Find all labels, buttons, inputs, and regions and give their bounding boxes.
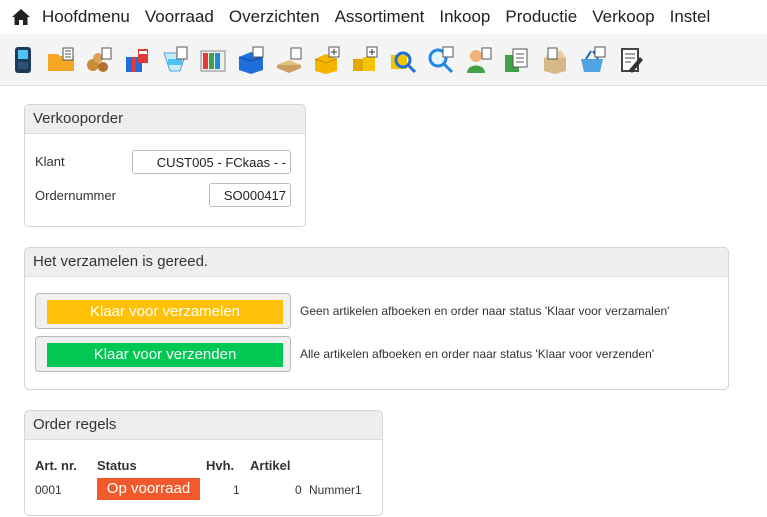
boxes-add-icon[interactable] bbox=[350, 45, 380, 75]
gift-box-icon[interactable] bbox=[122, 45, 152, 75]
menu-item-hoofdmenu[interactable]: Hoofdmenu bbox=[42, 7, 130, 27]
icon-toolbar bbox=[0, 34, 767, 86]
ready-for-collect-button[interactable]: Klaar voor verzamelen bbox=[47, 300, 283, 324]
order-lines-panel: Order regels Art. nr. Status Hvh. Artike… bbox=[24, 410, 383, 516]
box-add-icon[interactable] bbox=[312, 45, 342, 75]
ready-for-collect-description: Geen artikelen afboeken en order naar st… bbox=[300, 304, 670, 318]
home-icon[interactable] bbox=[10, 6, 32, 28]
row-art-nr: 0001 bbox=[35, 483, 62, 497]
column-header-qty: Hvh. bbox=[206, 458, 235, 473]
customer-field[interactable]: CUST005 - FCkaas - - bbox=[132, 150, 291, 174]
sales-order-panel-title: Verkooporder bbox=[25, 105, 305, 134]
document-icon[interactable] bbox=[502, 45, 532, 75]
pallet-icon[interactable] bbox=[274, 45, 304, 75]
menu-item-productie[interactable]: Productie bbox=[505, 7, 577, 27]
order-number-label: Ordernummer bbox=[35, 188, 116, 203]
column-header-article: Artikel bbox=[250, 458, 291, 473]
menu-item-assortiment[interactable]: Assortiment bbox=[335, 7, 425, 27]
collect-done-panel: Het verzamelen is gereed. Klaar voor ver… bbox=[24, 247, 729, 390]
sales-order-panel: Verkooporder Klant CUST005 - FCkaas - - … bbox=[24, 104, 306, 227]
inventory-icon[interactable] bbox=[160, 45, 190, 75]
main-menu-bar: Hoofdmenu Voorraad Overzichten Assortime… bbox=[0, 0, 767, 34]
row-article-name[interactable]: Nummer1 bbox=[309, 483, 362, 497]
edit-doc-icon[interactable] bbox=[616, 45, 646, 75]
menu-item-instellingen[interactable]: Instel bbox=[670, 7, 711, 27]
status-badge: Op voorraad bbox=[97, 478, 200, 500]
folder-icon[interactable] bbox=[46, 45, 76, 75]
ready-for-ship-button-frame: Klaar voor verzenden bbox=[35, 336, 291, 372]
search-icon[interactable] bbox=[426, 45, 456, 75]
column-header-art-nr: Art. nr. bbox=[35, 458, 77, 473]
ready-for-collect-button-frame: Klaar voor verzamelen bbox=[35, 293, 291, 329]
basket-doc-icon[interactable] bbox=[578, 45, 608, 75]
ready-for-ship-button[interactable]: Klaar voor verzenden bbox=[47, 343, 283, 367]
menu-item-verkoop[interactable]: Verkoop bbox=[592, 7, 654, 27]
products-icon[interactable] bbox=[84, 45, 114, 75]
ready-for-ship-description: Alle artikelen afboeken en order naar st… bbox=[300, 347, 655, 361]
customer-label: Klant bbox=[35, 154, 65, 169]
box-stock-icon[interactable] bbox=[236, 45, 266, 75]
menu-item-overzichten[interactable]: Overzichten bbox=[229, 7, 320, 27]
shelves-icon[interactable] bbox=[198, 45, 228, 75]
menu-item-inkoop[interactable]: Inkoop bbox=[439, 7, 490, 27]
order-lines-panel-title: Order regels bbox=[25, 411, 382, 440]
menu-item-voorraad[interactable]: Voorraad bbox=[145, 7, 214, 27]
row-qty: 1 bbox=[233, 483, 240, 497]
scanner-icon[interactable] bbox=[8, 45, 38, 75]
row-article-nr: 0 bbox=[295, 483, 302, 497]
package-open-icon[interactable] bbox=[540, 45, 570, 75]
collect-done-panel-title: Het verzamelen is gereed. bbox=[25, 248, 728, 277]
order-number-field[interactable]: SO000417 bbox=[209, 183, 291, 207]
search-doc-icon[interactable] bbox=[388, 45, 418, 75]
column-header-status: Status bbox=[97, 458, 137, 473]
user-doc-icon[interactable] bbox=[464, 45, 494, 75]
